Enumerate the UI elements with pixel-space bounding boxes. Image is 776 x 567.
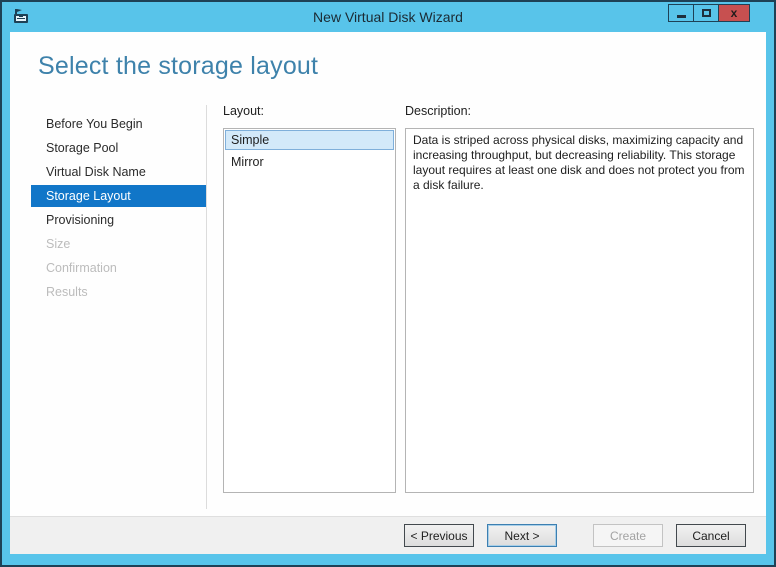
window-title: New Virtual Disk Wizard bbox=[313, 9, 463, 25]
cancel-button[interactable]: Cancel bbox=[676, 524, 746, 547]
sidebar-item-storage-layout[interactable]: Storage Layout bbox=[31, 185, 206, 207]
wizard-window: New Virtual Disk Wizard x Select the sto… bbox=[0, 0, 776, 567]
sidebar-item-provisioning[interactable]: Provisioning bbox=[10, 208, 206, 232]
sidebar-item-size: Size bbox=[46, 237, 71, 251]
minimize-icon bbox=[676, 14, 686, 18]
window-controls: x bbox=[668, 4, 750, 22]
minimize-button[interactable] bbox=[668, 4, 694, 22]
layout-panel: Layout: Simple Mirror bbox=[223, 104, 396, 493]
close-icon: x bbox=[730, 6, 738, 20]
next-button[interactable]: Next > bbox=[487, 524, 557, 547]
sidebar-item-confirmation: Confirmation bbox=[46, 261, 117, 275]
sidebar-item-results: Results bbox=[46, 285, 88, 299]
description-text: Data is striped across physical disks, m… bbox=[405, 128, 754, 493]
sidebar-item-before-you-begin[interactable]: Before You Begin bbox=[10, 112, 206, 136]
description-label: Description: bbox=[405, 104, 471, 118]
previous-button[interactable]: < Previous bbox=[404, 524, 474, 547]
layout-label: Layout: bbox=[223, 104, 265, 118]
wizard-content: Select the storage layout Before You Beg… bbox=[10, 32, 766, 554]
page-title: Select the storage layout bbox=[38, 52, 319, 80]
wizard-steps: Before You Begin Storage Pool Virtual Di… bbox=[10, 112, 206, 304]
create-button: Create bbox=[593, 524, 663, 547]
footer-bar: < Previous Next > Create Cancel bbox=[10, 516, 766, 554]
layout-listbox[interactable]: Simple Mirror bbox=[223, 128, 396, 493]
layout-option-simple[interactable]: Simple bbox=[225, 130, 394, 150]
sidebar-item-storage-pool[interactable]: Storage Pool bbox=[10, 136, 206, 160]
titlebar[interactable]: New Virtual Disk Wizard x bbox=[2, 2, 774, 32]
close-button[interactable]: x bbox=[718, 4, 750, 22]
maximize-icon bbox=[701, 9, 711, 17]
sidebar-item-virtual-disk-name[interactable]: Virtual Disk Name bbox=[10, 160, 206, 184]
maximize-button[interactable] bbox=[693, 4, 719, 22]
sidebar-divider bbox=[206, 105, 207, 509]
layout-option-mirror[interactable]: Mirror bbox=[225, 152, 394, 172]
description-panel: Description: Data is striped across phys… bbox=[405, 104, 754, 493]
